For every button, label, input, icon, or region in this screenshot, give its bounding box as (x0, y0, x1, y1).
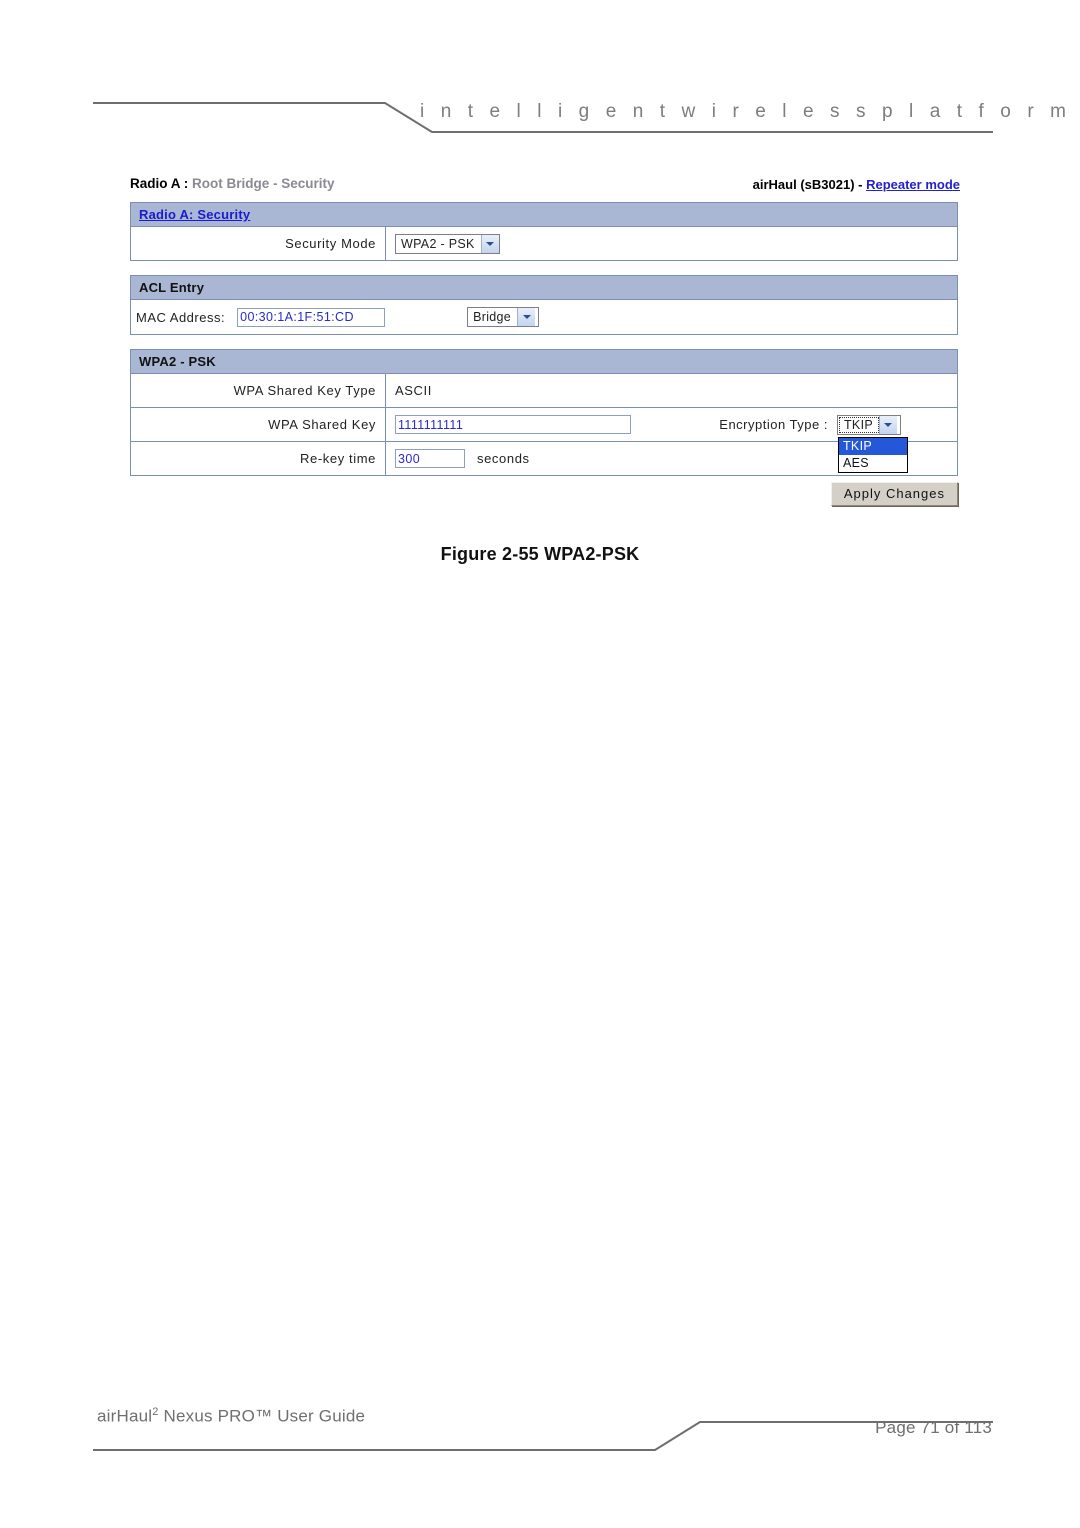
page-footer: airHaul2 Nexus PRO™ User Guide Page 71 o… (0, 1398, 1080, 1468)
device-config-screenshot: Radio A : Root Bridge - Security airHaul… (130, 176, 960, 506)
encryption-type-select-value: TKIP (839, 416, 879, 433)
footer-guide-pre: airHaul (97, 1406, 153, 1426)
security-mode-select-value: WPA2 - PSK (401, 236, 475, 251)
mac-address-input[interactable] (237, 307, 386, 327)
breadcrumb-primary: Radio A : (130, 176, 189, 191)
acl-entry-panel: ACL Entry MAC Address: Bridge (130, 275, 958, 335)
mac-address-row: MAC Address: Bridge (131, 300, 957, 334)
wpa2-panel-title: WPA2 - PSK (139, 354, 216, 369)
security-mode-label: Security Mode (285, 236, 376, 251)
page-header: i n t e l l i g e n t w i r e l e s s p … (0, 0, 1080, 150)
breadcrumb-secondary: Root Bridge - Security (192, 176, 335, 191)
footer-guide-post: Nexus PRO™ User Guide (158, 1406, 366, 1426)
mac-address-label: MAC Address: (136, 309, 226, 325)
dropdown-option-tkip[interactable]: TKIP (839, 437, 907, 455)
acl-panel-title: ACL Entry (139, 280, 205, 295)
footer-page-number: Page 71 of 113 (875, 1418, 992, 1437)
device-info: airHaul (sB3021) - Repeater mode (753, 177, 960, 192)
encryption-type-group: Encryption Type : TKIP TKIP AES (719, 408, 908, 473)
shared-key-label: WPA Shared Key (268, 417, 376, 432)
chevron-down-icon[interactable] (480, 234, 499, 253)
security-mode-control-cell: WPA2 - PSK (386, 227, 957, 260)
chevron-down-icon[interactable] (878, 415, 897, 434)
breadcrumb: Radio A : Root Bridge - Security (130, 176, 335, 191)
acl-panel-header: ACL Entry (131, 275, 957, 300)
security-panel-header: Radio A: Security (131, 202, 957, 227)
shared-key-type-row: WPA Shared Key Type ASCII (131, 374, 957, 408)
acl-action-select-value: Bridge (473, 310, 512, 324)
apply-bar: Apply Changes (130, 476, 958, 506)
rekey-time-units: seconds (477, 451, 530, 466)
rekey-time-label: Re-key time (300, 451, 376, 466)
figure-caption: Figure 2-55 WPA2-PSK (440, 544, 640, 564)
device-model-label: airHaul (sB3021) - (752, 177, 867, 192)
security-panel-title-link[interactable]: Radio A: Security (139, 207, 250, 222)
shared-key-type-label: WPA Shared Key Type (233, 383, 376, 398)
chevron-down-icon[interactable] (517, 308, 536, 326)
breadcrumb-row: Radio A : Root Bridge - Security airHaul… (130, 176, 960, 202)
rekey-time-row: Re-key time seconds (131, 442, 957, 475)
shared-key-type-value-cell: ASCII (386, 374, 957, 407)
dropdown-option-aes[interactable]: AES (839, 455, 907, 472)
encryption-type-select[interactable]: TKIP TKIP AES (837, 414, 908, 473)
shared-key-control-cell: Encryption Type : TKIP TKIP AES (386, 408, 957, 473)
apply-changes-button[interactable]: Apply Changes (830, 482, 958, 506)
wpa2-panel-header: WPA2 - PSK (131, 349, 957, 374)
shared-key-row: WPA Shared Key Encryption Type : TKIP TK… (131, 408, 957, 473)
header-tagline: i n t e l l i g e n t w i r e l e s s p … (420, 101, 1072, 122)
panel-spacer (130, 335, 960, 349)
encryption-type-dropdown-list[interactable]: TKIP AES (838, 436, 908, 473)
security-mode-row: Security Mode WPA2 - PSK (131, 227, 957, 260)
shared-key-type-value: ASCII (395, 383, 432, 398)
shared-key-input[interactable] (395, 415, 631, 434)
rekey-time-input[interactable] (395, 449, 465, 468)
acl-action-select[interactable]: Bridge (467, 307, 540, 327)
wpa2-psk-panel: WPA2 - PSK WPA Shared Key Type ASCII WPA… (130, 349, 958, 476)
footer-guide-title: airHaul2 Nexus PRO™ User Guide (97, 1406, 365, 1427)
repeater-mode-link[interactable]: Repeater mode (866, 177, 960, 192)
security-mode-select[interactable]: WPA2 - PSK (395, 233, 500, 254)
panel-spacer (130, 261, 960, 275)
encryption-type-label: Encryption Type : (719, 417, 828, 432)
security-panel: Radio A: Security Security Mode WPA2 - P… (130, 202, 958, 261)
